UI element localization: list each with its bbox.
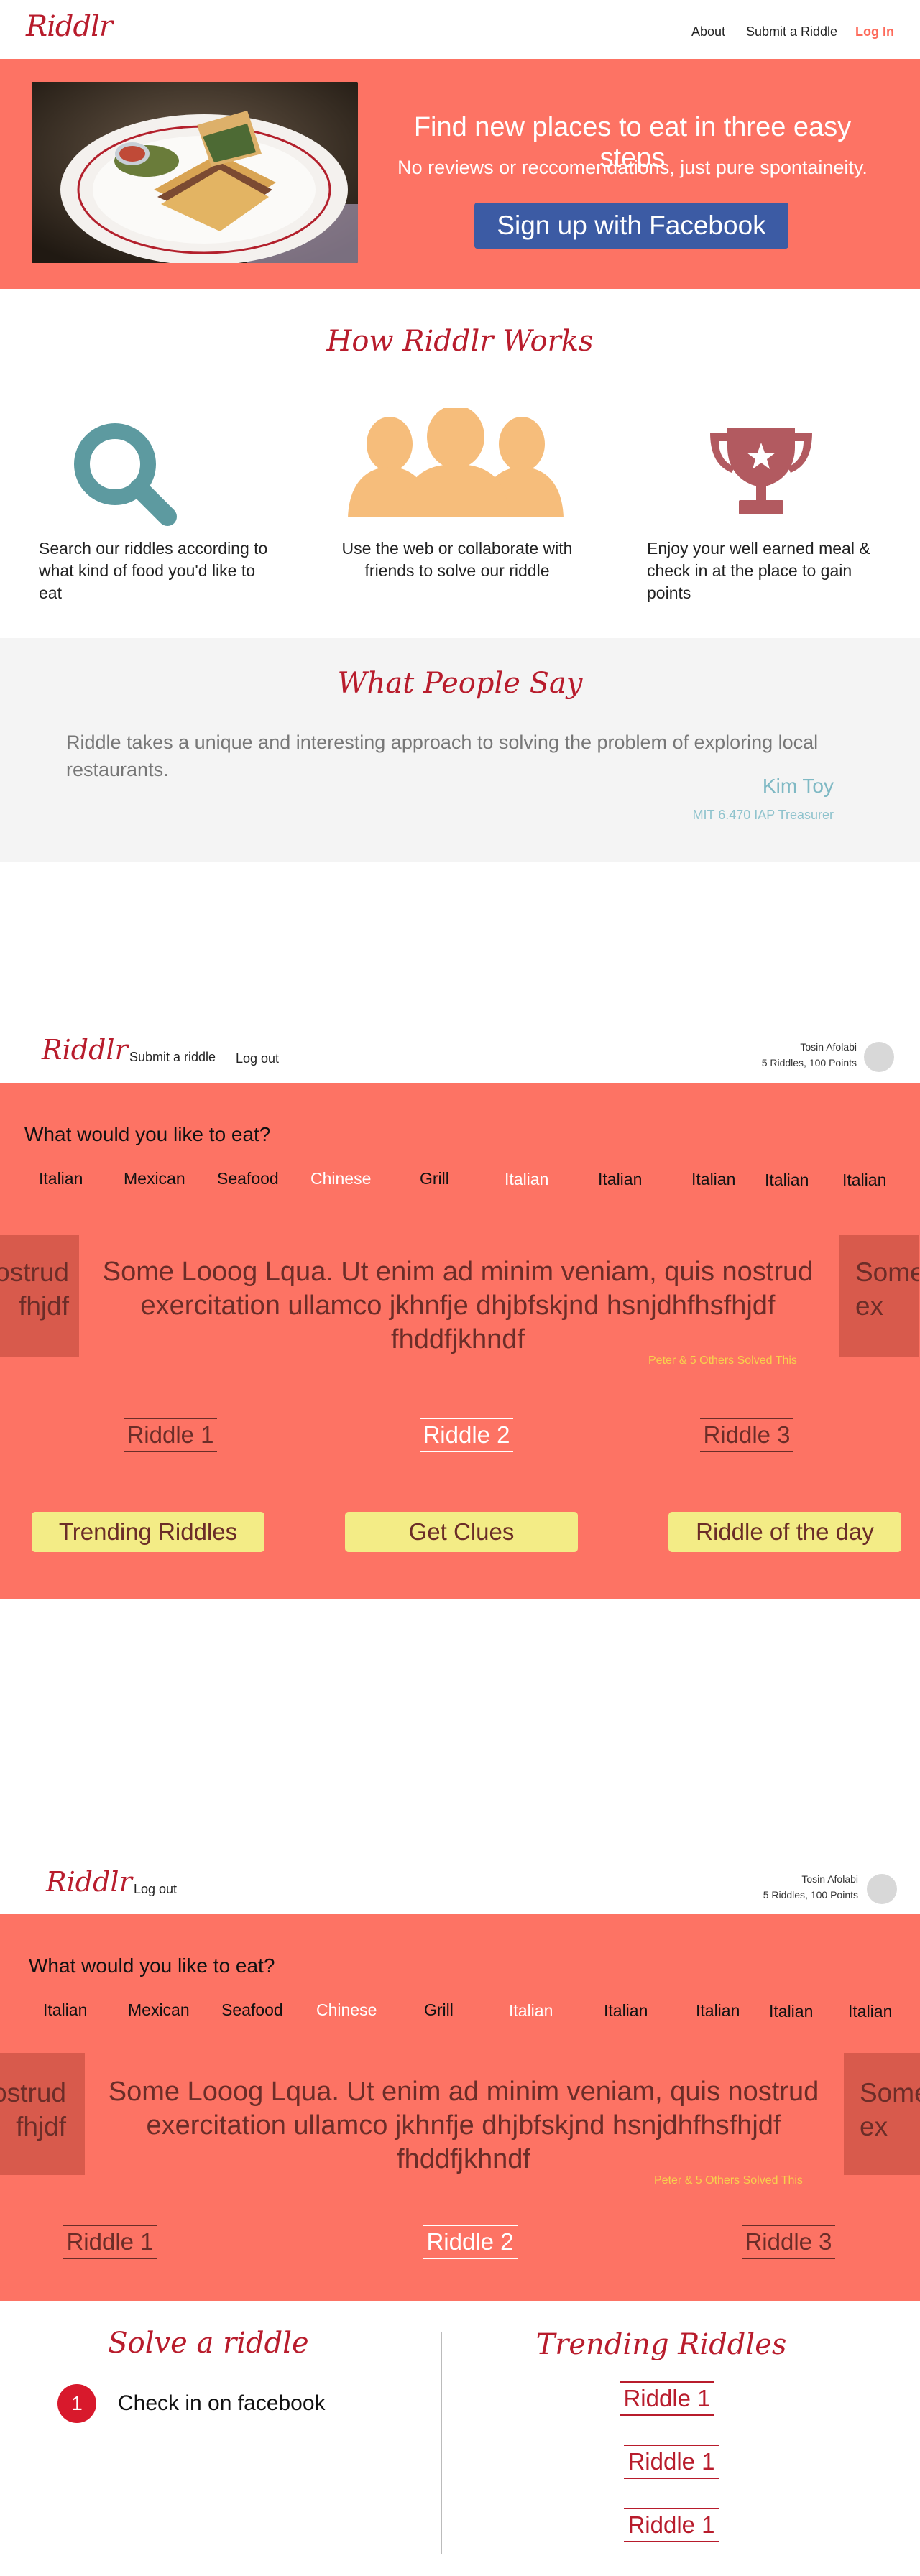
riddle-3-link[interactable]: Riddle 3 xyxy=(700,1418,794,1452)
category-grill[interactable]: Grill xyxy=(424,2000,454,2020)
user-name: Tosin Afolabi xyxy=(800,1041,857,1053)
riddle-2-link[interactable]: Riddle 2 xyxy=(423,2225,518,2259)
column-divider xyxy=(441,2332,442,2554)
next-riddle-text: Some ex xyxy=(860,2078,920,2141)
food-question: What would you like to eat? xyxy=(24,1123,271,1145)
riddlr-logo[interactable]: Riddlr xyxy=(46,1866,132,1898)
hero-sandwich-photo xyxy=(32,82,358,263)
nav-logout-link[interactable]: Log out xyxy=(236,1051,279,1066)
riddle-3-link[interactable]: Riddle 3 xyxy=(742,2225,835,2259)
trending-riddle-link[interactable]: Riddle 1 xyxy=(620,2381,714,2416)
category-italian[interactable]: Italian xyxy=(509,2001,553,2021)
previous-riddle-card[interactable]: ostrud fhjdf xyxy=(0,2053,85,2175)
category-chinese[interactable]: Chinese xyxy=(316,2000,377,2020)
category-mexican[interactable]: Mexican xyxy=(124,1169,185,1188)
solve-navbar: Riddlr Log out Tosin Afolabi 5 Riddles, … xyxy=(0,1856,920,1915)
category-italian[interactable]: Italian xyxy=(604,2001,648,2021)
trending-riddles-button[interactable]: Trending Riddles xyxy=(32,1512,264,1552)
trending-riddle-link[interactable]: Riddle 1 xyxy=(624,2445,719,2479)
get-clues-button[interactable]: Get Clues xyxy=(345,1512,578,1552)
category-seafood[interactable]: Seafood xyxy=(217,1169,279,1188)
hero-subtitle: No reviews or reccomendations, just pure… xyxy=(397,157,868,178)
trending-riddles-title: Trending Riddles xyxy=(535,2328,787,2361)
riddle-of-the-day-button[interactable]: Riddle of the day xyxy=(668,1512,901,1552)
solved-count: Peter & 5 Others Solved This xyxy=(654,2174,803,2187)
category-italian[interactable]: Italian xyxy=(848,2002,892,2021)
riddlr-logo[interactable]: Riddlr xyxy=(42,1034,128,1066)
category-grill[interactable]: Grill xyxy=(420,1169,449,1188)
category-italian[interactable]: Italian xyxy=(39,1169,83,1188)
trending-riddle-link[interactable]: Riddle 1 xyxy=(624,2508,719,2542)
nav-login-link[interactable]: Log In xyxy=(855,24,894,40)
riddle-text: Some Looog Lqua. Ut enim ad minim veniam… xyxy=(108,2077,819,2174)
previous-riddle-text: ostrud fhjdf xyxy=(0,1257,69,1321)
people-icon xyxy=(348,405,564,517)
nav-submit-riddle-link[interactable]: Submit a riddle xyxy=(129,1050,216,1065)
hero-banner: Find new places to eat in three easy ste… xyxy=(0,59,920,289)
check-in-facebook-step[interactable]: Check in on facebook xyxy=(118,2391,326,2416)
testimonial-author: Kim Toy xyxy=(762,775,834,797)
trophy-icon xyxy=(707,425,815,519)
next-riddle-text: Some ex xyxy=(855,1257,919,1321)
category-chinese[interactable]: Chinese xyxy=(310,1169,371,1188)
testimonials-title: What People Say xyxy=(337,667,583,700)
category-italian[interactable]: Italian xyxy=(43,2000,87,2020)
category-italian[interactable]: Italian xyxy=(765,1171,809,1190)
facebook-signup-button[interactable]: Sign up with Facebook xyxy=(474,203,788,249)
previous-riddle-card[interactable]: ostrud fhjdf xyxy=(0,1235,79,1357)
riddle-2-link[interactable]: Riddle 2 xyxy=(420,1418,513,1452)
landing-navbar: Riddlr About Submit a Riddle Log In xyxy=(0,0,920,59)
user-stats: 5 Riddles, 100 Points xyxy=(761,1057,857,1068)
search-icon xyxy=(70,420,178,527)
category-mexican[interactable]: Mexican xyxy=(128,2000,190,2020)
browse-navbar: Riddlr Submit a riddle Log out Tosin Afo… xyxy=(0,1024,920,1083)
solve-riddle-band: What would you like to eat? Italian Mexi… xyxy=(0,1914,920,2301)
solved-count: Peter & 5 Others Solved This xyxy=(648,1354,797,1367)
riddle-1-link[interactable]: Riddle 1 xyxy=(63,2225,157,2259)
avatar[interactable] xyxy=(864,1042,894,1072)
step-collaborate-text: Use the web or collaborate with friends … xyxy=(341,539,573,580)
category-italian[interactable]: Italian xyxy=(691,1170,735,1189)
step-search-text: Search our riddles according to what kin… xyxy=(39,539,268,602)
riddlr-logo[interactable]: Riddlr xyxy=(26,10,113,43)
category-italian[interactable]: Italian xyxy=(505,1170,548,1189)
user-name: Tosin Afolabi xyxy=(801,1873,858,1885)
how-it-works-title: How Riddlr Works xyxy=(326,325,594,358)
riddle-1-link[interactable]: Riddle 1 xyxy=(124,1418,217,1452)
category-italian[interactable]: Italian xyxy=(598,1170,642,1189)
category-italian[interactable]: Italian xyxy=(842,1171,886,1190)
step-enjoy-text: Enjoy your well earned meal & check in a… xyxy=(647,539,870,602)
next-riddle-card[interactable]: Some ex xyxy=(840,1235,919,1357)
testimonials-section: What People Say Riddle takes a unique an… xyxy=(0,638,920,862)
nav-about-link[interactable]: About xyxy=(691,24,725,40)
nav-submit-riddle-link[interactable]: Submit a Riddle xyxy=(746,24,837,40)
avatar[interactable] xyxy=(867,1874,897,1904)
browse-riddle-band: What would you like to eat? Italian Mexi… xyxy=(0,1083,920,1599)
testimonial-quote: Riddle takes a unique and interesting ap… xyxy=(66,731,819,780)
user-stats: 5 Riddles, 100 Points xyxy=(763,1889,858,1901)
nav-logout-link[interactable]: Log out xyxy=(134,1882,177,1897)
food-question: What would you like to eat? xyxy=(29,1954,275,1977)
testimonial-role: MIT 6.470 IAP Treasurer xyxy=(692,808,834,822)
next-riddle-card[interactable]: Some ex xyxy=(844,2053,920,2175)
category-seafood[interactable]: Seafood xyxy=(221,2000,283,2020)
previous-riddle-text: ostrud fhjdf xyxy=(0,2078,66,2141)
solve-riddle-title: Solve a riddle xyxy=(108,2327,309,2360)
category-italian[interactable]: Italian xyxy=(769,2002,813,2021)
step-number-badge: 1 xyxy=(58,2384,96,2423)
category-italian[interactable]: Italian xyxy=(696,2001,740,2021)
riddle-text: Some Looog Lqua. Ut enim ad minim veniam… xyxy=(102,1257,814,1354)
